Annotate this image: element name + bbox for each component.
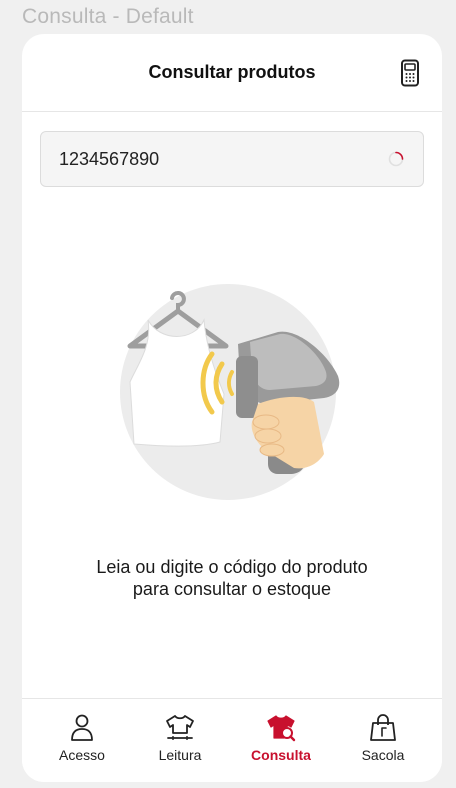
barcode-scanner-illustration xyxy=(120,284,340,500)
loading-spinner-icon xyxy=(388,151,404,167)
product-code-input[interactable] xyxy=(59,132,359,186)
tab-sacola[interactable]: Sacola xyxy=(333,699,433,782)
tab-label: Leitura xyxy=(158,747,202,763)
tab-label: Acesso xyxy=(59,747,105,763)
tab-label: Sacola xyxy=(361,747,405,763)
tab-acesso[interactable]: Acesso xyxy=(32,699,132,782)
page-title: Consultar produtos xyxy=(148,62,316,82)
helper-line-2: para consultar o estoque xyxy=(132,579,332,599)
helper-line-1: Leia ou digite o código do produto xyxy=(96,557,368,577)
tab-leitura[interactable]: Leitura xyxy=(130,699,230,782)
shirt-icon xyxy=(166,715,194,740)
bag-icon xyxy=(370,714,396,741)
tab-label: Consulta xyxy=(251,747,311,763)
helper-text: Leia ou digite o código do produto para … xyxy=(22,556,442,600)
product-search-field[interactable] xyxy=(40,131,424,187)
tab-consulta[interactable]: Consulta xyxy=(231,699,331,782)
window-title: Consulta - Default xyxy=(22,5,194,28)
app-screen: Consultar produtos 1234567890 Leia ou di… xyxy=(22,34,442,782)
bottom-tab-bar: Acesso Leitura Consulta Sacola xyxy=(22,698,442,782)
scanner-device-button[interactable] xyxy=(397,59,423,87)
header: Consultar produtos xyxy=(22,34,442,112)
user-icon xyxy=(71,714,93,741)
shirt-search-icon xyxy=(267,715,296,742)
scanner-device-icon xyxy=(401,59,419,87)
